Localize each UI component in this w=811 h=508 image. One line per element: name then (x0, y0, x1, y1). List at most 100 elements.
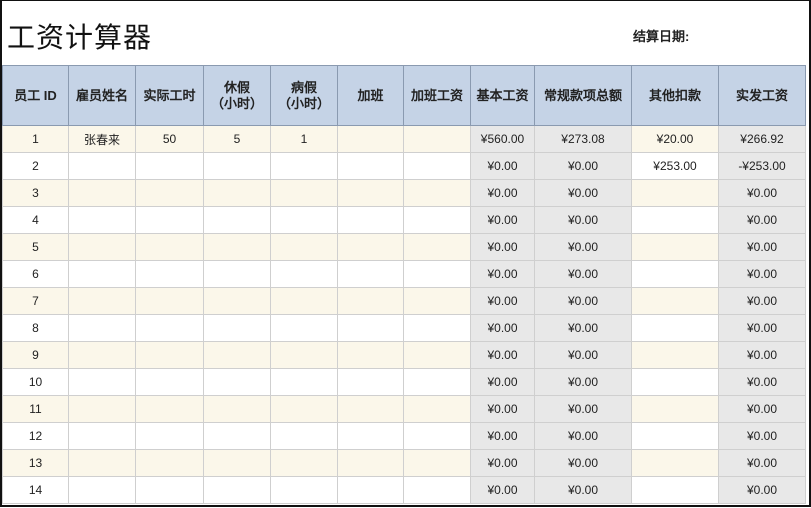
cell-base-pay[interactable]: ¥0.00 (470, 287, 535, 315)
cell-regular-items-total[interactable]: ¥0.00 (534, 422, 632, 450)
cell-sick-hours[interactable] (270, 476, 338, 504)
cell-overtime[interactable] (337, 314, 404, 342)
cell-sick-hours[interactable] (270, 287, 338, 315)
cell-employee-name[interactable] (68, 449, 136, 477)
cell-employee-name[interactable] (68, 287, 136, 315)
column-header-overtime[interactable]: 加班 (337, 65, 404, 126)
cell-other-deductions[interactable] (631, 341, 719, 369)
cell-actual-hours[interactable] (135, 179, 204, 207)
cell-base-pay[interactable]: ¥0.00 (470, 422, 535, 450)
column-header-employee-name[interactable]: 雇员姓名 (68, 65, 136, 126)
cell-regular-items-total[interactable]: ¥0.00 (534, 179, 632, 207)
cell-actual-hours[interactable] (135, 314, 204, 342)
cell-sick-hours[interactable] (270, 368, 338, 396)
column-header-overtime-pay[interactable]: 加班工资 (403, 65, 471, 126)
cell-vacation-hours[interactable] (203, 314, 271, 342)
cell-base-pay[interactable]: ¥560.00 (470, 125, 535, 153)
cell-base-pay[interactable]: ¥0.00 (470, 476, 535, 504)
cell-overtime-pay[interactable] (403, 152, 471, 180)
cell-employee-name[interactable] (68, 476, 136, 504)
cell-other-deductions[interactable] (631, 395, 719, 423)
cell-vacation-hours[interactable] (203, 179, 271, 207)
cell-vacation-hours[interactable] (203, 233, 271, 261)
cell-other-deductions[interactable] (631, 368, 719, 396)
cell-net-pay[interactable]: ¥0.00 (718, 260, 806, 288)
cell-regular-items-total[interactable]: ¥0.00 (534, 206, 632, 234)
cell-overtime-pay[interactable] (403, 314, 471, 342)
cell-other-deductions[interactable] (631, 314, 719, 342)
cell-other-deductions[interactable] (631, 422, 719, 450)
cell-overtime[interactable] (337, 125, 404, 153)
cell-overtime-pay[interactable] (403, 206, 471, 234)
cell-sick-hours[interactable] (270, 422, 338, 450)
cell-net-pay[interactable]: ¥0.00 (718, 206, 806, 234)
cell-overtime[interactable] (337, 179, 404, 207)
cell-base-pay[interactable]: ¥0.00 (470, 341, 535, 369)
cell-employee-id[interactable]: 9 (2, 341, 69, 369)
cell-actual-hours[interactable] (135, 341, 204, 369)
cell-actual-hours[interactable]: 50 (135, 125, 204, 153)
column-header-employee-id[interactable]: 员工 ID (2, 65, 69, 126)
cell-employee-name[interactable] (68, 260, 136, 288)
cell-actual-hours[interactable] (135, 449, 204, 477)
cell-employee-name[interactable] (68, 368, 136, 396)
cell-other-deductions[interactable] (631, 179, 719, 207)
cell-overtime[interactable] (337, 395, 404, 423)
cell-employee-id[interactable]: 7 (2, 287, 69, 315)
cell-overtime[interactable] (337, 341, 404, 369)
cell-sick-hours[interactable] (270, 152, 338, 180)
cell-vacation-hours[interactable]: 5 (203, 125, 271, 153)
cell-vacation-hours[interactable] (203, 422, 271, 450)
cell-overtime[interactable] (337, 260, 404, 288)
cell-employee-name[interactable] (68, 314, 136, 342)
cell-employee-id[interactable]: 11 (2, 395, 69, 423)
cell-employee-name[interactable] (68, 233, 136, 261)
cell-overtime-pay[interactable] (403, 125, 471, 153)
cell-sick-hours[interactable] (270, 449, 338, 477)
cell-employee-name[interactable]: 张春来 (68, 125, 136, 153)
cell-net-pay[interactable]: ¥0.00 (718, 395, 806, 423)
cell-overtime-pay[interactable] (403, 341, 471, 369)
cell-other-deductions[interactable]: ¥253.00 (631, 152, 719, 180)
cell-overtime-pay[interactable] (403, 476, 471, 504)
cell-regular-items-total[interactable]: ¥273.08 (534, 125, 632, 153)
cell-net-pay[interactable]: ¥0.00 (718, 179, 806, 207)
cell-employee-name[interactable] (68, 179, 136, 207)
cell-base-pay[interactable]: ¥0.00 (470, 152, 535, 180)
column-header-other-deductions[interactable]: 其他扣款 (631, 65, 719, 126)
cell-vacation-hours[interactable] (203, 368, 271, 396)
cell-employee-id[interactable]: 12 (2, 422, 69, 450)
cell-overtime-pay[interactable] (403, 233, 471, 261)
cell-overtime-pay[interactable] (403, 287, 471, 315)
cell-overtime-pay[interactable] (403, 449, 471, 477)
cell-actual-hours[interactable] (135, 260, 204, 288)
cell-vacation-hours[interactable] (203, 395, 271, 423)
cell-vacation-hours[interactable] (203, 341, 271, 369)
cell-overtime-pay[interactable] (403, 422, 471, 450)
cell-regular-items-total[interactable]: ¥0.00 (534, 341, 632, 369)
cell-overtime[interactable] (337, 449, 404, 477)
cell-sick-hours[interactable] (270, 260, 338, 288)
cell-base-pay[interactable]: ¥0.00 (470, 233, 535, 261)
cell-actual-hours[interactable] (135, 395, 204, 423)
column-header-regular-items-total[interactable]: 常规款项总额 (534, 65, 632, 126)
cell-net-pay[interactable]: -¥253.00 (718, 152, 806, 180)
cell-sick-hours[interactable]: 1 (270, 125, 338, 153)
cell-sick-hours[interactable] (270, 206, 338, 234)
cell-base-pay[interactable]: ¥0.00 (470, 368, 535, 396)
column-header-net-pay[interactable]: 实发工资 (718, 65, 806, 126)
cell-net-pay[interactable]: ¥0.00 (718, 422, 806, 450)
cell-base-pay[interactable]: ¥0.00 (470, 449, 535, 477)
cell-overtime-pay[interactable] (403, 395, 471, 423)
cell-base-pay[interactable]: ¥0.00 (470, 179, 535, 207)
cell-regular-items-total[interactable]: ¥0.00 (534, 233, 632, 261)
cell-overtime[interactable] (337, 152, 404, 180)
cell-other-deductions[interactable]: ¥20.00 (631, 125, 719, 153)
cell-actual-hours[interactable] (135, 287, 204, 315)
cell-regular-items-total[interactable]: ¥0.00 (534, 395, 632, 423)
cell-base-pay[interactable]: ¥0.00 (470, 395, 535, 423)
cell-vacation-hours[interactable] (203, 206, 271, 234)
cell-other-deductions[interactable] (631, 233, 719, 261)
cell-overtime-pay[interactable] (403, 179, 471, 207)
cell-sick-hours[interactable] (270, 314, 338, 342)
